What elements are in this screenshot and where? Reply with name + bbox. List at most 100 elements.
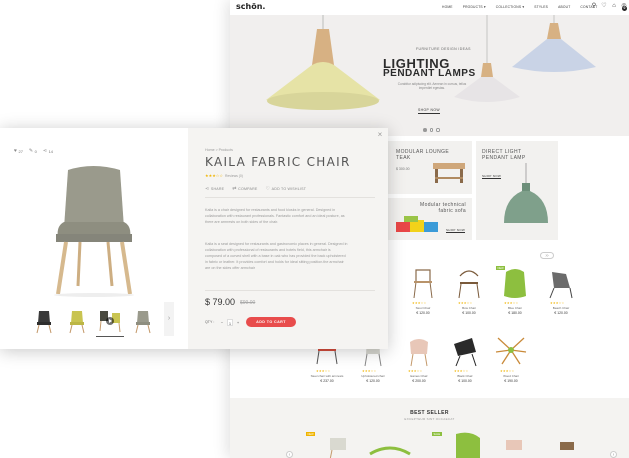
product-name[interactable]: Blue Chair <box>492 306 538 310</box>
slider-dot[interactable] <box>423 128 427 132</box>
rating-stars: ★★★☆☆ <box>550 301 565 305</box>
product-title: KAILA FABRIC CHAIR <box>205 155 351 169</box>
product-card[interactable]: ★★★☆☆ Wood Chair € 190.00 <box>488 330 534 390</box>
cart-count-badge: 0 <box>622 6 627 11</box>
product-name[interactable]: Stool Chair <box>400 306 446 310</box>
shares-count: 14 <box>48 148 54 154</box>
product-name[interactable]: Bow Chair <box>446 306 492 310</box>
product-card[interactable]: NEW ★★★☆☆ Blue Chair € 180.00 <box>492 262 538 322</box>
lounge-table-image <box>433 163 465 183</box>
rating-stars: ★★★☆☆ <box>205 174 224 178</box>
product-name[interactable]: Upholstered chair <box>350 374 396 378</box>
eames-chair-image <box>410 339 428 367</box>
product-gallery: ♥ 27 ✎ 0 ⋖ 14 › <box>0 128 188 349</box>
quantity-increase-button[interactable]: + <box>235 320 241 325</box>
product-card[interactable]: ★★★☆☆ Stool Chair € 120.00 <box>400 262 446 322</box>
comment-icon: ✎ <box>28 148 34 154</box>
compare-action[interactable]: ⇄ COMPARE <box>232 186 257 192</box>
thumbnail-next-arrow[interactable]: › <box>164 302 174 336</box>
reviews-link[interactable]: Reviews (0) <box>225 174 243 178</box>
cart-icon[interactable]: ⌂ 0 <box>611 3 627 11</box>
heart-icon: ♡ <box>265 186 271 192</box>
product-card[interactable]: ★★★☆☆ Beach Chair € 120.00 <box>538 262 584 322</box>
nav-collections[interactable]: COLLECTIONS ▾ <box>496 5 524 9</box>
thumbnail-video[interactable] <box>96 305 124 337</box>
best-seller-section: BEST SELLER EXCEPTEUR SINT OCCAECAT NEW … <box>230 398 629 458</box>
product-price: € 120.00 <box>554 311 568 315</box>
product-row: ★★★☆☆ Stool Chair € 120.00 ★★★☆☆ Bow Cha… <box>400 262 584 322</box>
main-menu: HOME PRODUCTS ▾ COLLECTIONS ▾ STYLES ABO… <box>442 5 598 9</box>
rating-stars: ★★★☆☆ <box>412 301 427 305</box>
product-name[interactable]: Wood Chair <box>488 374 534 378</box>
product-description-extended: Kaila is a seat designed for restaurants… <box>205 242 348 270</box>
rating-stars: ★★★☆☆ <box>454 369 469 373</box>
thumbnail-gray-chair[interactable] <box>129 305 157 335</box>
product-price: € 120.00 <box>416 311 430 315</box>
product-price: € 180.00 <box>508 311 522 315</box>
heart-icon: ♥ <box>14 148 17 154</box>
shares-stat[interactable]: ⋖ 14 <box>43 148 53 154</box>
video-thumbnail-image <box>99 311 121 333</box>
wishlist-action[interactable]: ♡ ADD TO WISHLIST <box>265 186 306 192</box>
search-icon[interactable]: ⚲ <box>591 3 597 9</box>
breadcrumb[interactable]: Home > Products <box>205 148 233 152</box>
bow-chair-image <box>458 270 480 299</box>
carousel-next-button[interactable]: › <box>610 451 617 458</box>
carousel-next-button[interactable]: ›› <box>540 252 554 259</box>
hero-banner: FURNITURE DESIGN IDEAS LIGHTING PENDANT … <box>230 15 629 136</box>
divider <box>205 197 375 198</box>
product-old-price: $99.00 <box>240 300 256 306</box>
quantity-decrease-button[interactable]: − <box>219 320 225 325</box>
quantity-stepper: − 1 + <box>219 318 241 326</box>
product-card[interactable]: ★★★☆☆ Black Chair € 100.00 <box>442 330 488 390</box>
new-badge: NEW <box>496 266 506 271</box>
thumbnail-dark-chair[interactable] <box>30 305 58 335</box>
nav-products[interactable]: PRODUCTS ▾ <box>463 5 486 9</box>
chair-thumbnail-image <box>69 311 85 334</box>
comments-stat[interactable]: ✎ 0 <box>29 148 37 154</box>
rating-stars: ★★★☆☆ <box>316 369 331 373</box>
thumbnail-strip <box>30 305 157 337</box>
hero-subtitle-title: PENDANT LAMPS <box>383 68 476 79</box>
hero-shop-now-link[interactable]: SHOP NOW <box>418 108 440 114</box>
quantity-input[interactable]: 1 <box>227 318 233 326</box>
product-card[interactable]: ★★★☆☆ Eames Chair € 200.00 <box>396 330 442 390</box>
product-details-panel: × Home > Products KAILA FABRIC CHAIR ★★★… <box>188 128 388 349</box>
heart-icon[interactable]: ♡ <box>601 3 607 9</box>
share-action[interactable]: ⋖ SHARE <box>205 186 224 192</box>
product-actions: ⋖ SHARE ⇄ COMPARE ♡ ADD TO WISHLIST <box>205 186 306 192</box>
product-card[interactable]: ★★★☆☆ Bow Chair € 100.00 <box>446 262 492 322</box>
share-icon: ⋖ <box>205 186 210 192</box>
carousel-prev-button[interactable]: ‹ <box>286 451 293 458</box>
slider-dot[interactable] <box>429 128 433 132</box>
rating-stars: ★★★☆☆ <box>504 301 519 305</box>
product-price: € 100.00 <box>462 311 476 315</box>
product-price: € 190.00 <box>504 379 518 383</box>
category-tile-sofa[interactable]: Modular technical fabric sofa SHOP NOW <box>388 198 472 240</box>
hero-description: Curabitur adipiscing elit. Aenean in cur… <box>397 82 467 91</box>
nav-about[interactable]: ABOUT <box>558 5 570 9</box>
tile-shop-link[interactable]: SHOP NOW <box>482 174 502 179</box>
divider <box>205 290 375 291</box>
product-name[interactable]: Beach Chair <box>538 306 584 310</box>
product-name[interactable]: Black Chair <box>442 374 488 378</box>
site-logo[interactable]: schön. <box>236 2 265 11</box>
category-tile-direct-light[interactable]: DIRECT LIGHT PENDANT LAMP SHOP NOW <box>476 141 558 240</box>
thumbnail-yellow-chair[interactable] <box>63 305 91 335</box>
nav-styles[interactable]: STYLES <box>534 5 548 9</box>
likes-stat[interactable]: ♥ 27 <box>14 148 23 154</box>
product-name[interactable]: Steel chair with armrests <box>304 374 350 378</box>
header-icons: ⚲ ♡ ⌂0 ◎ <box>591 3 627 11</box>
product-price: € 200.00 <box>412 379 426 383</box>
chair-thumbnail-image <box>135 311 151 334</box>
nav-home[interactable]: HOME <box>442 5 453 9</box>
product-name[interactable]: Eames Chair <box>396 374 442 378</box>
screenshot-canvas: schön. HOME PRODUCTS ▾ COLLECTIONS ▾ STY… <box>0 0 629 458</box>
product-description: Kaila is a chair designed for restaurant… <box>205 208 345 224</box>
product-price: € 120.00 <box>366 379 380 383</box>
slider-dot[interactable] <box>436 128 440 132</box>
social-stats: ♥ 27 ✎ 0 ⋖ 14 <box>14 148 53 154</box>
add-to-cart-button[interactable]: ADD TO CART <box>246 317 296 327</box>
category-tile-lounge[interactable]: MODULAR LOUNGE TEAK $ 300.00 <box>388 141 472 194</box>
close-icon[interactable]: × <box>376 131 384 139</box>
